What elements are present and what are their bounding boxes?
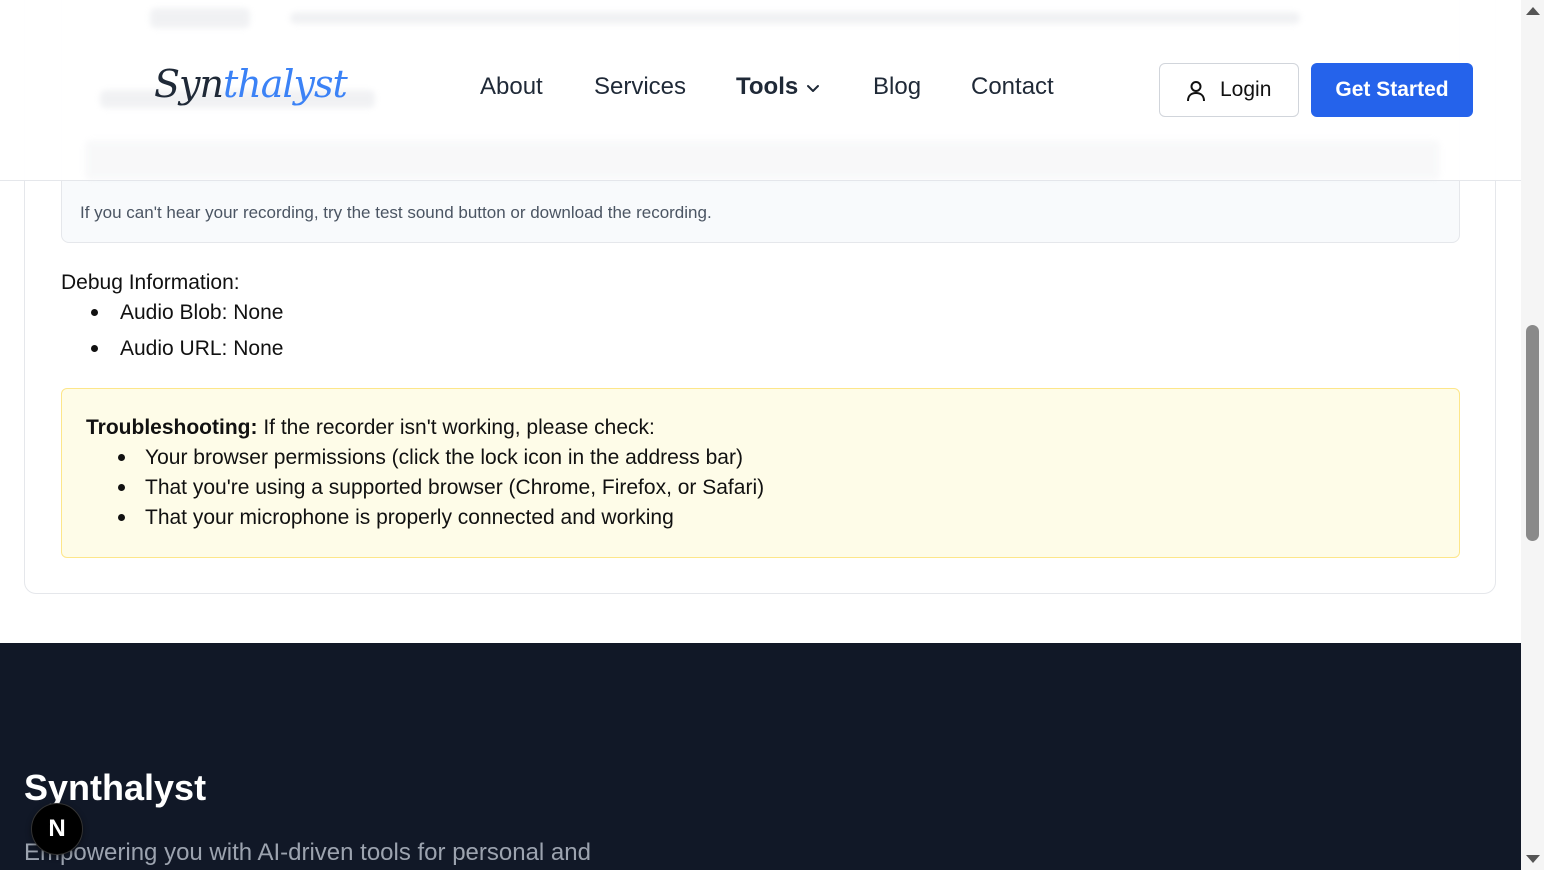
site-logo[interactable]: Synthalyst <box>154 62 348 106</box>
nav-services[interactable]: Services <box>594 73 686 101</box>
underlying-content-blur <box>150 8 250 28</box>
scroll-down-arrow-icon[interactable] <box>1526 855 1540 863</box>
chevron-down-icon[interactable] <box>805 80 821 96</box>
site-footer: Synthalyst Empowering you with AI-driven… <box>0 643 1521 870</box>
nextjs-dev-badge[interactable]: N <box>31 803 83 855</box>
troubleshooting-item: That your microphone is properly connect… <box>86 505 764 535</box>
underlying-content-blur <box>290 12 1300 24</box>
scrollbar-thumb[interactable] <box>1526 325 1539 541</box>
troubleshooting-label: Troubleshooting: <box>86 416 258 439</box>
troubleshooting-intro: If the recorder isn't working, please ch… <box>257 416 655 439</box>
page-scrollbar[interactable] <box>1521 0 1544 870</box>
debug-title: Debug Information: <box>61 271 240 294</box>
logo-suffix: thalyst <box>222 62 348 106</box>
logo-prefix: Syn <box>154 62 224 106</box>
debug-list: Audio Blob: None Audio URL: None <box>61 300 283 372</box>
troubleshooting-item: That you're using a supported browser (C… <box>86 475 764 505</box>
underlying-content-blur <box>85 140 1440 180</box>
user-icon <box>1187 81 1205 102</box>
page: If you can't hear your recording, try th… <box>0 0 1521 870</box>
footer-tagline: Empowering you with AI-driven tools for … <box>24 839 591 866</box>
nav-blog[interactable]: Blog <box>873 73 921 101</box>
debug-item-audio-blob: Audio Blob: None <box>61 300 283 336</box>
scroll-up-arrow-icon[interactable] <box>1526 7 1540 15</box>
troubleshooting-box: Troubleshooting: If the recorder isn't w… <box>61 388 1460 558</box>
nav-about[interactable]: About <box>480 73 543 101</box>
playback-help-text: If you can't hear your recording, try th… <box>80 203 712 222</box>
troubleshooting-item: Your browser permissions (click the lock… <box>86 445 764 475</box>
debug-item-audio-url: Audio URL: None <box>61 336 283 372</box>
troubleshooting-heading: Troubleshooting: If the recorder isn't w… <box>86 416 655 440</box>
nav-contact[interactable]: Contact <box>971 73 1054 101</box>
get-started-button[interactable]: Get Started <box>1311 63 1473 117</box>
login-button[interactable]: Login <box>1159 63 1299 117</box>
troubleshooting-list: Your browser permissions (click the lock… <box>86 445 764 535</box>
nav-tools[interactable]: Tools <box>736 73 798 101</box>
site-header: Synthalyst About Services Tools Blog Con… <box>0 0 1521 181</box>
login-label: Login <box>1220 78 1272 101</box>
